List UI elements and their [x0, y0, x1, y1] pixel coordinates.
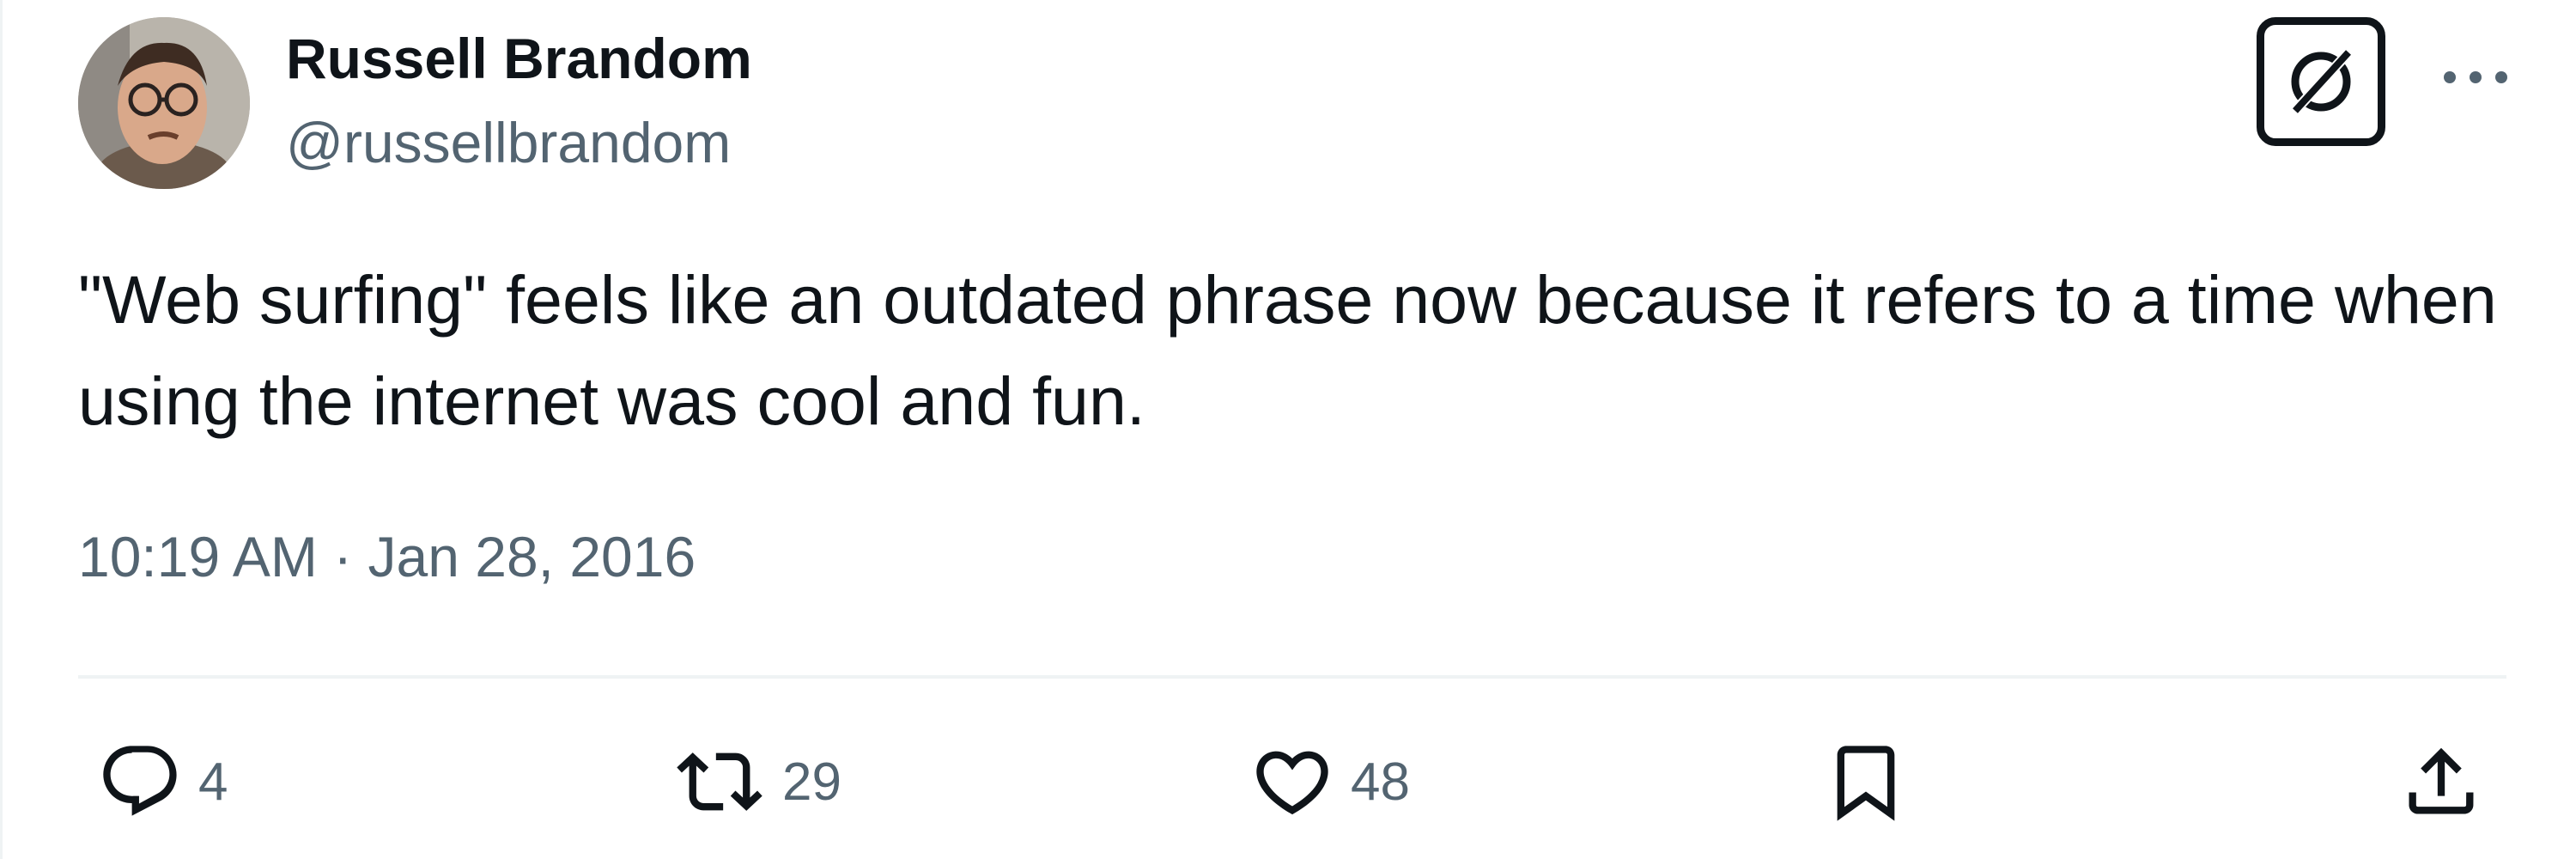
- like-count: 48: [1351, 752, 1410, 812]
- reply-button[interactable]: 4: [97, 730, 228, 833]
- more-button[interactable]: [2424, 34, 2527, 120]
- reply-icon: [103, 746, 177, 816]
- author-display-name[interactable]: Russell Brandom: [286, 26, 752, 91]
- retweet-icon: [677, 752, 762, 811]
- bookmark-button[interactable]: [1823, 730, 1909, 833]
- share-button[interactable]: [2398, 730, 2484, 833]
- tweet-timestamp[interactable]: 10:19 AM · Jan 28, 2016: [78, 524, 696, 589]
- retweet-count: 29: [782, 752, 841, 812]
- avatar-image: [78, 17, 250, 189]
- heart-icon: [1256, 751, 1328, 815]
- reply-count: 4: [198, 752, 228, 812]
- retweet-button[interactable]: 29: [672, 730, 841, 833]
- bookmark-icon: [1837, 746, 1895, 821]
- share-icon: [2409, 747, 2474, 814]
- avatar[interactable]: [78, 17, 250, 189]
- tweet-text: "Web surfing" feels like an outdated phr…: [78, 261, 2497, 439]
- divider: [78, 675, 2506, 679]
- more-icon: [2444, 71, 2507, 83]
- grok-button[interactable]: [2257, 17, 2385, 146]
- grok-icon: [2289, 46, 2354, 117]
- like-button[interactable]: 48: [1249, 730, 1410, 833]
- author-handle[interactable]: @russellbrandom: [286, 110, 731, 175]
- tweet-card: Russell Brandom @russellbrandom "Web sur…: [0, 0, 2576, 859]
